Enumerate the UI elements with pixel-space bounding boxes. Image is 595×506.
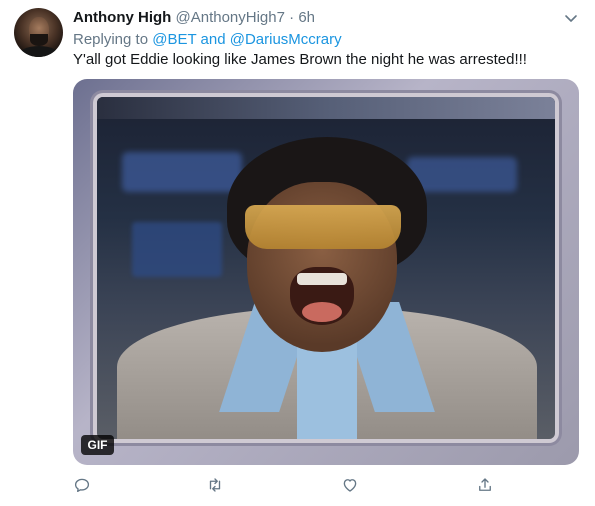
- chevron-down-icon[interactable]: [563, 10, 579, 26]
- replying-label: Replying to: [73, 31, 149, 48]
- screen-banner: [97, 97, 555, 119]
- gif-frame: [97, 97, 555, 439]
- reply-icon[interactable]: [71, 474, 93, 496]
- mention-joiner: and: [200, 31, 226, 48]
- background-monitor: [122, 152, 242, 192]
- gif-media[interactable]: GIF: [73, 79, 579, 465]
- mention-link[interactable]: @DariusMccrary: [230, 31, 342, 48]
- separator-dot: ·: [289, 9, 295, 26]
- replying-to: Replying to @BET and @DariusMccrary: [73, 30, 342, 50]
- tweet-actions: [0, 474, 595, 498]
- background-monitor: [132, 222, 222, 277]
- share-icon[interactable]: [474, 474, 496, 496]
- tweet-time[interactable]: 6h: [298, 9, 315, 26]
- tweet-text: Y'all got Eddie looking like James Brown…: [73, 51, 527, 68]
- retweet-icon[interactable]: [204, 474, 226, 496]
- avatar[interactable]: [14, 8, 63, 57]
- tweet-header: Anthony High @AnthonyHigh7 · 6h: [73, 8, 315, 28]
- sunglasses: [245, 205, 401, 249]
- tongue: [302, 302, 342, 322]
- teeth: [297, 273, 347, 285]
- author-name[interactable]: Anthony High: [73, 9, 171, 26]
- avatar-beard: [30, 34, 48, 46]
- gif-badge: GIF: [81, 435, 114, 455]
- tweet-card[interactable]: Anthony High @AnthonyHigh7 · 6h Replying…: [0, 0, 595, 506]
- avatar-shirt: [18, 46, 60, 57]
- heart-icon[interactable]: [339, 474, 361, 496]
- background-monitor: [407, 157, 517, 192]
- mention-link[interactable]: @BET: [152, 31, 196, 48]
- author-handle[interactable]: @AnthonyHigh7: [176, 9, 285, 26]
